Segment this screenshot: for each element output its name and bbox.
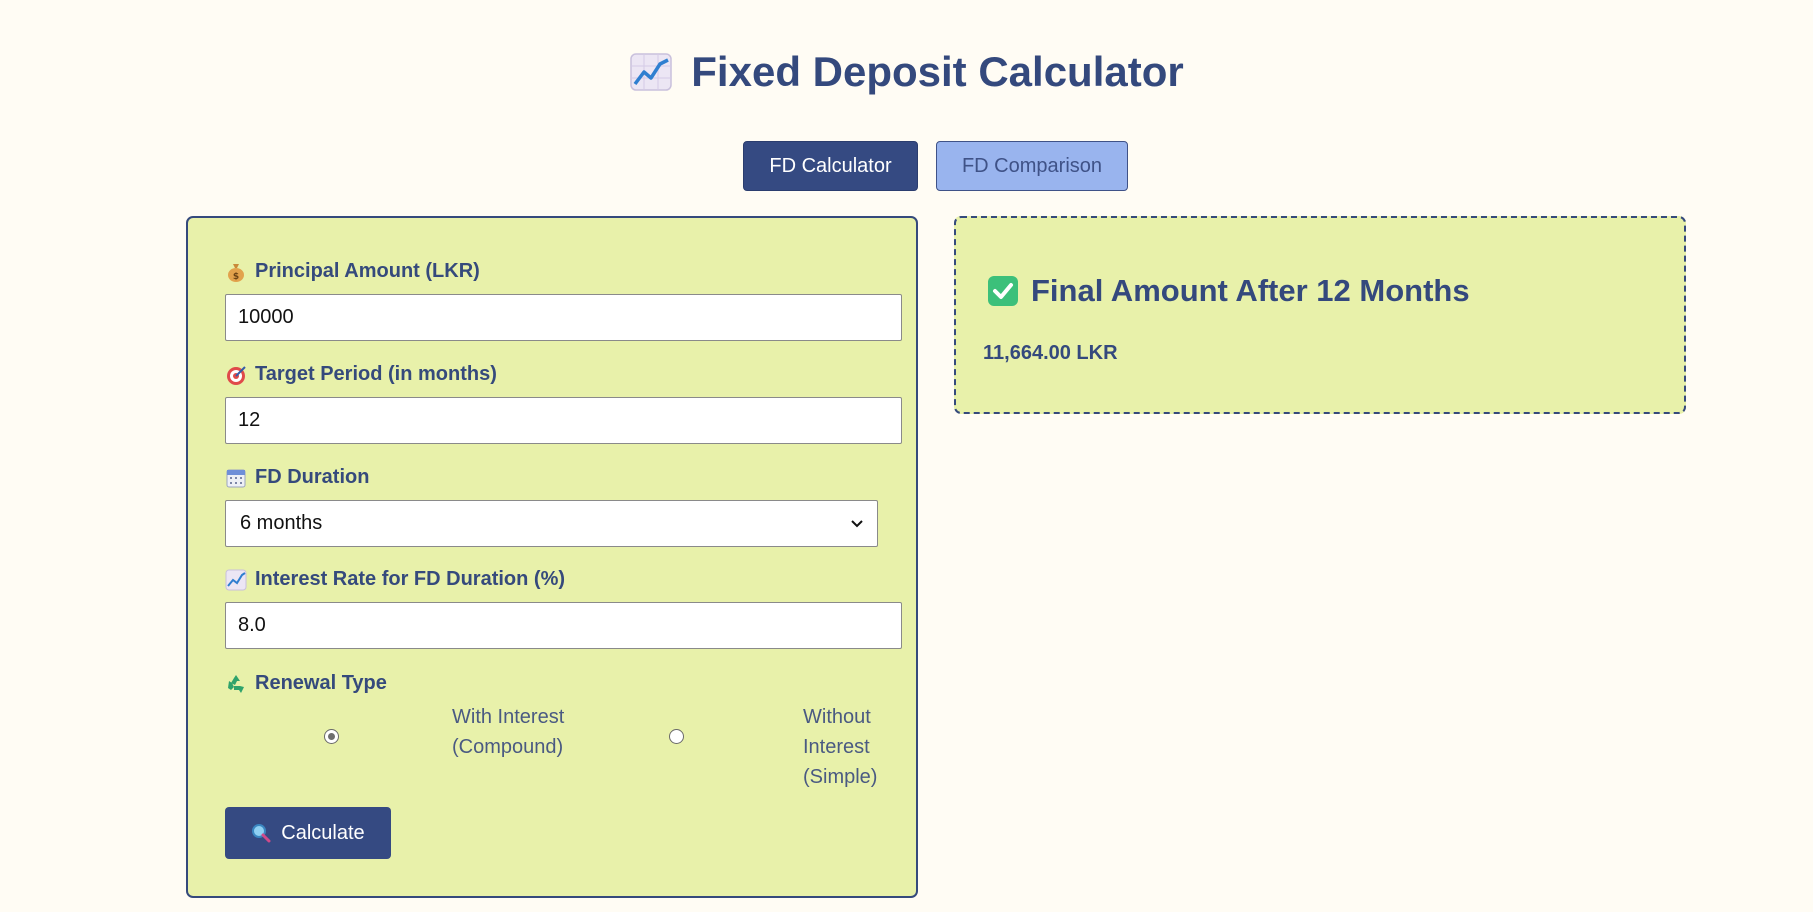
tab-fd-comparison[interactable]: FD Comparison: [936, 141, 1128, 191]
target-period-label: Target Period (in months): [225, 363, 497, 386]
chart-increasing-icon: [630, 53, 673, 91]
renewal-compound-radio[interactable]: [324, 729, 339, 744]
fd-duration-label: FD Duration: [225, 466, 369, 489]
result-panel: Final Amount After 12 Months 11,664.00 L…: [954, 216, 1686, 414]
principal-label: $ Principal Amount (LKR): [225, 260, 480, 283]
calculator-form: $ Principal Amount (LKR) Target Period (…: [186, 216, 918, 898]
interest-rate-input[interactable]: [225, 602, 902, 649]
renewal-type-label: Renewal Type: [225, 672, 387, 695]
chevron-down-icon: [851, 519, 863, 527]
svg-text:$: $: [233, 272, 239, 282]
principal-input[interactable]: [225, 294, 902, 341]
calendar-icon: [226, 469, 246, 487]
interest-rate-label: Interest Rate for FD Duration (%): [225, 568, 565, 591]
chart-increasing-icon: [225, 569, 247, 590]
result-title: Final Amount After 12 Months: [987, 273, 1470, 309]
page-title-text: Fixed Deposit Calculator: [691, 48, 1184, 95]
renewal-compound-label[interactable]: With Interest (Compound): [452, 702, 582, 762]
target-period-input[interactable]: [225, 397, 902, 444]
result-value: 11,664.00 LKR: [983, 342, 1118, 364]
renewal-simple-radio[interactable]: [669, 729, 684, 744]
target-icon: [227, 365, 246, 385]
renewal-simple-label[interactable]: Without Interest (Simple): [803, 702, 893, 792]
money-bag-icon: $: [228, 263, 244, 282]
recycle-icon: [228, 674, 244, 693]
check-mark-icon: [988, 276, 1018, 306]
calculate-button[interactable]: Calculate: [225, 807, 391, 859]
fd-duration-select[interactable]: 6 months: [225, 500, 878, 547]
tab-fd-calculator[interactable]: FD Calculator: [743, 141, 918, 191]
magnifier-icon: [252, 824, 271, 843]
page-title: Fixed Deposit Calculator: [0, 48, 1813, 96]
